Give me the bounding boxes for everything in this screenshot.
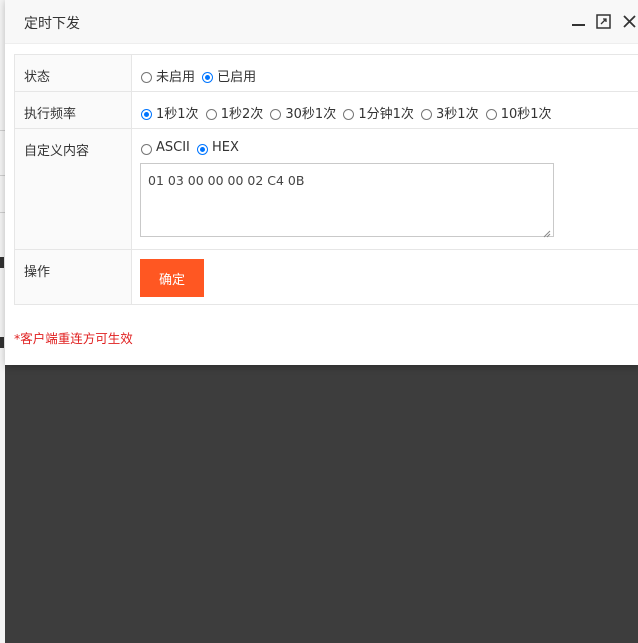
radio-button-checked-icon[interactable] (141, 109, 152, 120)
status-option-enabled[interactable]: 已启用 (201, 66, 256, 85)
radio-button-icon[interactable] (141, 144, 152, 155)
maximize-icon[interactable] (595, 13, 613, 31)
frequency-option-1s-1x[interactable]: 1秒1次 (140, 103, 199, 122)
frequency-option-1s-2x[interactable]: 1秒2次 (205, 103, 263, 122)
custom-content-label: 自定义内容 (24, 144, 90, 159)
background-text-fragment (0, 257, 4, 268)
format-option-hex[interactable]: HEX (196, 140, 239, 155)
radio-button-icon[interactable] (485, 109, 497, 120)
dialog-title: 定时下发 (24, 16, 80, 32)
radio-button-checked-icon[interactable] (197, 144, 209, 155)
settings-table: 状态 未启用 已启用 执行频率 1秒1次 1秒2次 30秒1次 1分钟1次 3秒… (14, 54, 638, 305)
format-option-ascii[interactable]: ASCII (140, 140, 190, 155)
frequency-option-1m-1x[interactable]: 1分钟1次 (342, 103, 414, 122)
action-label: 操作 (24, 265, 51, 280)
custom-content-row: 自定义内容 ASCII HEX 01 03 00 00 00 02 C4 0B (14, 128, 638, 250)
frequency-option-10s-1x[interactable]: 10秒1次 (485, 103, 552, 122)
reconnect-note: *客户端重连方可生效 (14, 331, 133, 346)
radio-button-checked-icon[interactable] (202, 72, 214, 83)
status-row: 状态 未启用 已启用 (14, 54, 638, 92)
frequency-option-30s-1x[interactable]: 30秒1次 (269, 103, 336, 122)
custom-content-value: 01 03 00 00 00 02 C4 0B (148, 173, 305, 188)
frequency-option-3s-1x[interactable]: 3秒1次 (420, 103, 479, 122)
close-icon[interactable] (621, 13, 638, 31)
radio-button-icon[interactable] (205, 109, 217, 120)
radio-button-icon[interactable] (270, 109, 282, 120)
dialog-titlebar: 定时下发 (5, 0, 638, 44)
minimize-icon[interactable] (570, 13, 588, 31)
resize-handle-icon[interactable] (543, 226, 551, 238)
confirm-button[interactable]: 确定 (140, 259, 204, 297)
scheduled-send-dialog: 定时下发 状态 未启用 已启用 执行频率 1秒1次 1秒2次 30秒1次 1分钟… (5, 0, 638, 365)
frequency-label: 执行频率 (24, 107, 77, 122)
action-row: 操作 确定 (14, 249, 638, 305)
custom-content-textarea[interactable]: 01 03 00 00 00 02 C4 0B (140, 163, 554, 238)
status-option-disabled[interactable]: 未启用 (140, 66, 195, 85)
radio-button-icon[interactable] (343, 109, 355, 120)
status-label: 状态 (24, 70, 51, 85)
radio-button-icon[interactable] (141, 72, 152, 83)
frequency-row: 执行频率 1秒1次 1秒2次 30秒1次 1分钟1次 3秒1次 10秒1次 (14, 91, 638, 129)
background-text-fragment (0, 337, 4, 348)
radio-button-icon[interactable] (421, 109, 433, 120)
